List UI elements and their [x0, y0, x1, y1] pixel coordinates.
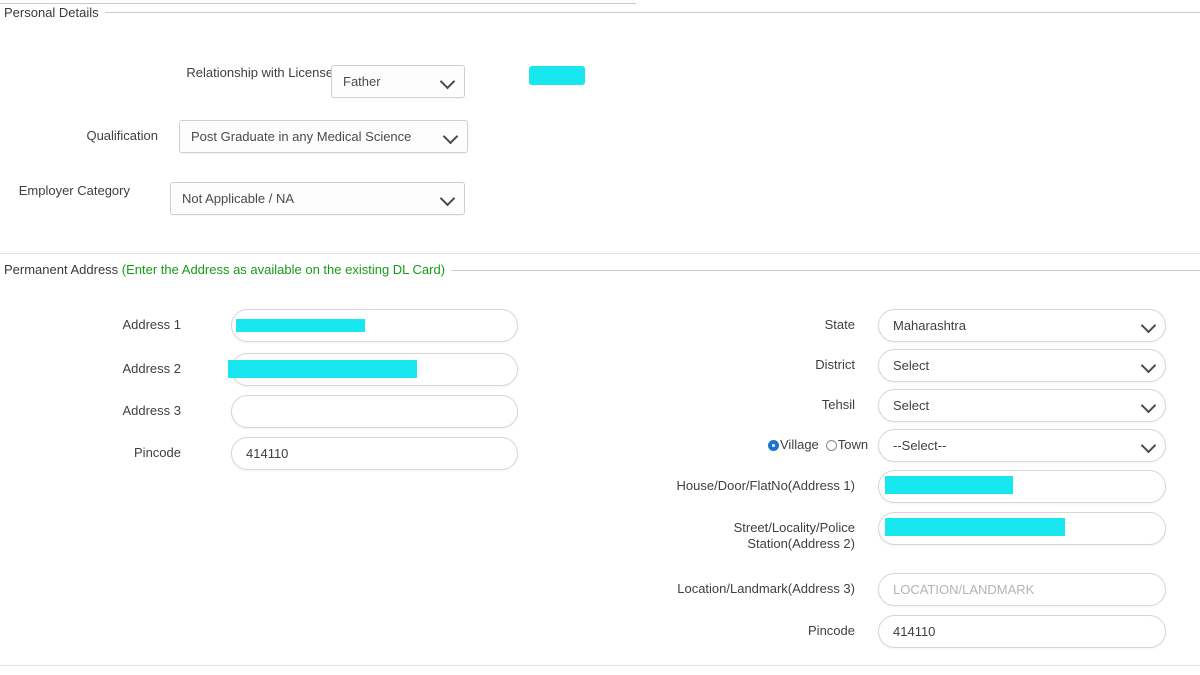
- permanent-address-legend-text: Permanent Address: [4, 262, 122, 277]
- pincode-right-value: 414110: [893, 624, 936, 639]
- label-street-locality-police-station: Street/Locality/Police Station(Address 2…: [640, 520, 855, 552]
- village-radio[interactable]: [768, 439, 779, 451]
- bottom-divider: [0, 665, 1200, 666]
- qualification-select[interactable]: Post Graduate in any Medical Science: [179, 120, 468, 153]
- qualification-select-value: Post Graduate in any Medical Science: [191, 129, 412, 144]
- address-3-input[interactable]: [231, 395, 518, 428]
- personal-details-legend-rule: [96, 12, 1200, 13]
- state-select-value: Maharashtra: [893, 318, 966, 333]
- relationship-with-license-holder-select[interactable]: Father: [331, 65, 465, 98]
- pincode-right-input[interactable]: 414110: [878, 615, 1166, 648]
- personal-details-legend: Personal Details: [4, 5, 105, 20]
- pincode-left-value: 414110: [246, 446, 289, 461]
- village-town-select-value: --Select--: [893, 438, 947, 453]
- chevron-down-icon: [1140, 317, 1157, 333]
- label-pincode-right: Pincode: [808, 623, 855, 638]
- top-border-rule: [0, 3, 636, 4]
- label-house-door-flatno: House/Door/FlatNo(Address 1): [676, 478, 855, 493]
- employer-category-select[interactable]: Not Applicable / NA: [170, 182, 465, 215]
- tehsil-select-value: Select: [893, 398, 930, 413]
- state-select[interactable]: Maharashtra: [878, 309, 1166, 342]
- relationship-select-value: Father: [343, 74, 381, 89]
- chevron-down-icon: [1140, 397, 1157, 413]
- employer-category-select-value: Not Applicable / NA: [182, 191, 295, 206]
- house-door-flatno-redaction: [885, 476, 1013, 494]
- label-location-landmark: Location/Landmark(Address 3): [677, 581, 855, 596]
- permanent-address-legend-rule: [410, 270, 1200, 271]
- chevron-down-icon: [439, 190, 456, 206]
- label-district: District: [815, 357, 855, 372]
- label-state: State: [824, 317, 855, 332]
- section-divider: [0, 253, 1200, 254]
- town-radio[interactable]: [825, 439, 837, 451]
- street-locality-redaction: [885, 518, 1065, 536]
- label-pincode-left: Pincode: [134, 445, 181, 460]
- town-radio-label: Town: [837, 437, 869, 452]
- label-tehsil: Tehsil: [821, 397, 855, 412]
- label-address-1: Address 1: [122, 317, 181, 332]
- permanent-address-legend: Permanent Address (Enter the Address as …: [4, 262, 452, 277]
- village-radio-label: Village: [780, 437, 819, 452]
- chevron-down-icon: [1140, 437, 1157, 453]
- chevron-down-icon: [1140, 357, 1157, 373]
- pincode-left-input[interactable]: 414110: [231, 437, 518, 470]
- street-label-line-2: Station(Address 2): [747, 536, 855, 551]
- permanent-address-legend-hint: (Enter the Address as available on the e…: [121, 262, 446, 277]
- chevron-down-icon: [439, 73, 456, 89]
- redacted-value-badge: [529, 66, 585, 85]
- label-relationship-with-license-holder: Relationship with License Holder: [186, 65, 375, 80]
- location-landmark-placeholder: LOCATION/LANDMARK: [893, 582, 1035, 597]
- chevron-down-icon: [442, 128, 459, 144]
- label-address-2: Address 2: [122, 361, 181, 376]
- district-select-value: Select: [893, 358, 930, 373]
- street-label-line-1: Street/Locality/Police: [733, 520, 855, 535]
- label-qualification: Qualification: [86, 128, 158, 143]
- district-select[interactable]: Select: [878, 349, 1166, 382]
- address-2-redaction: [228, 360, 417, 378]
- location-landmark-input[interactable]: LOCATION/LANDMARK: [878, 573, 1166, 606]
- label-employer-category: Employer Category: [18, 183, 130, 198]
- village-town-radio-group[interactable]: Village Town: [768, 437, 875, 453]
- tehsil-select[interactable]: Select: [878, 389, 1166, 422]
- address-1-redaction: [236, 319, 365, 332]
- label-address-3: Address 3: [122, 403, 181, 418]
- village-town-select[interactable]: --Select--: [878, 429, 1166, 462]
